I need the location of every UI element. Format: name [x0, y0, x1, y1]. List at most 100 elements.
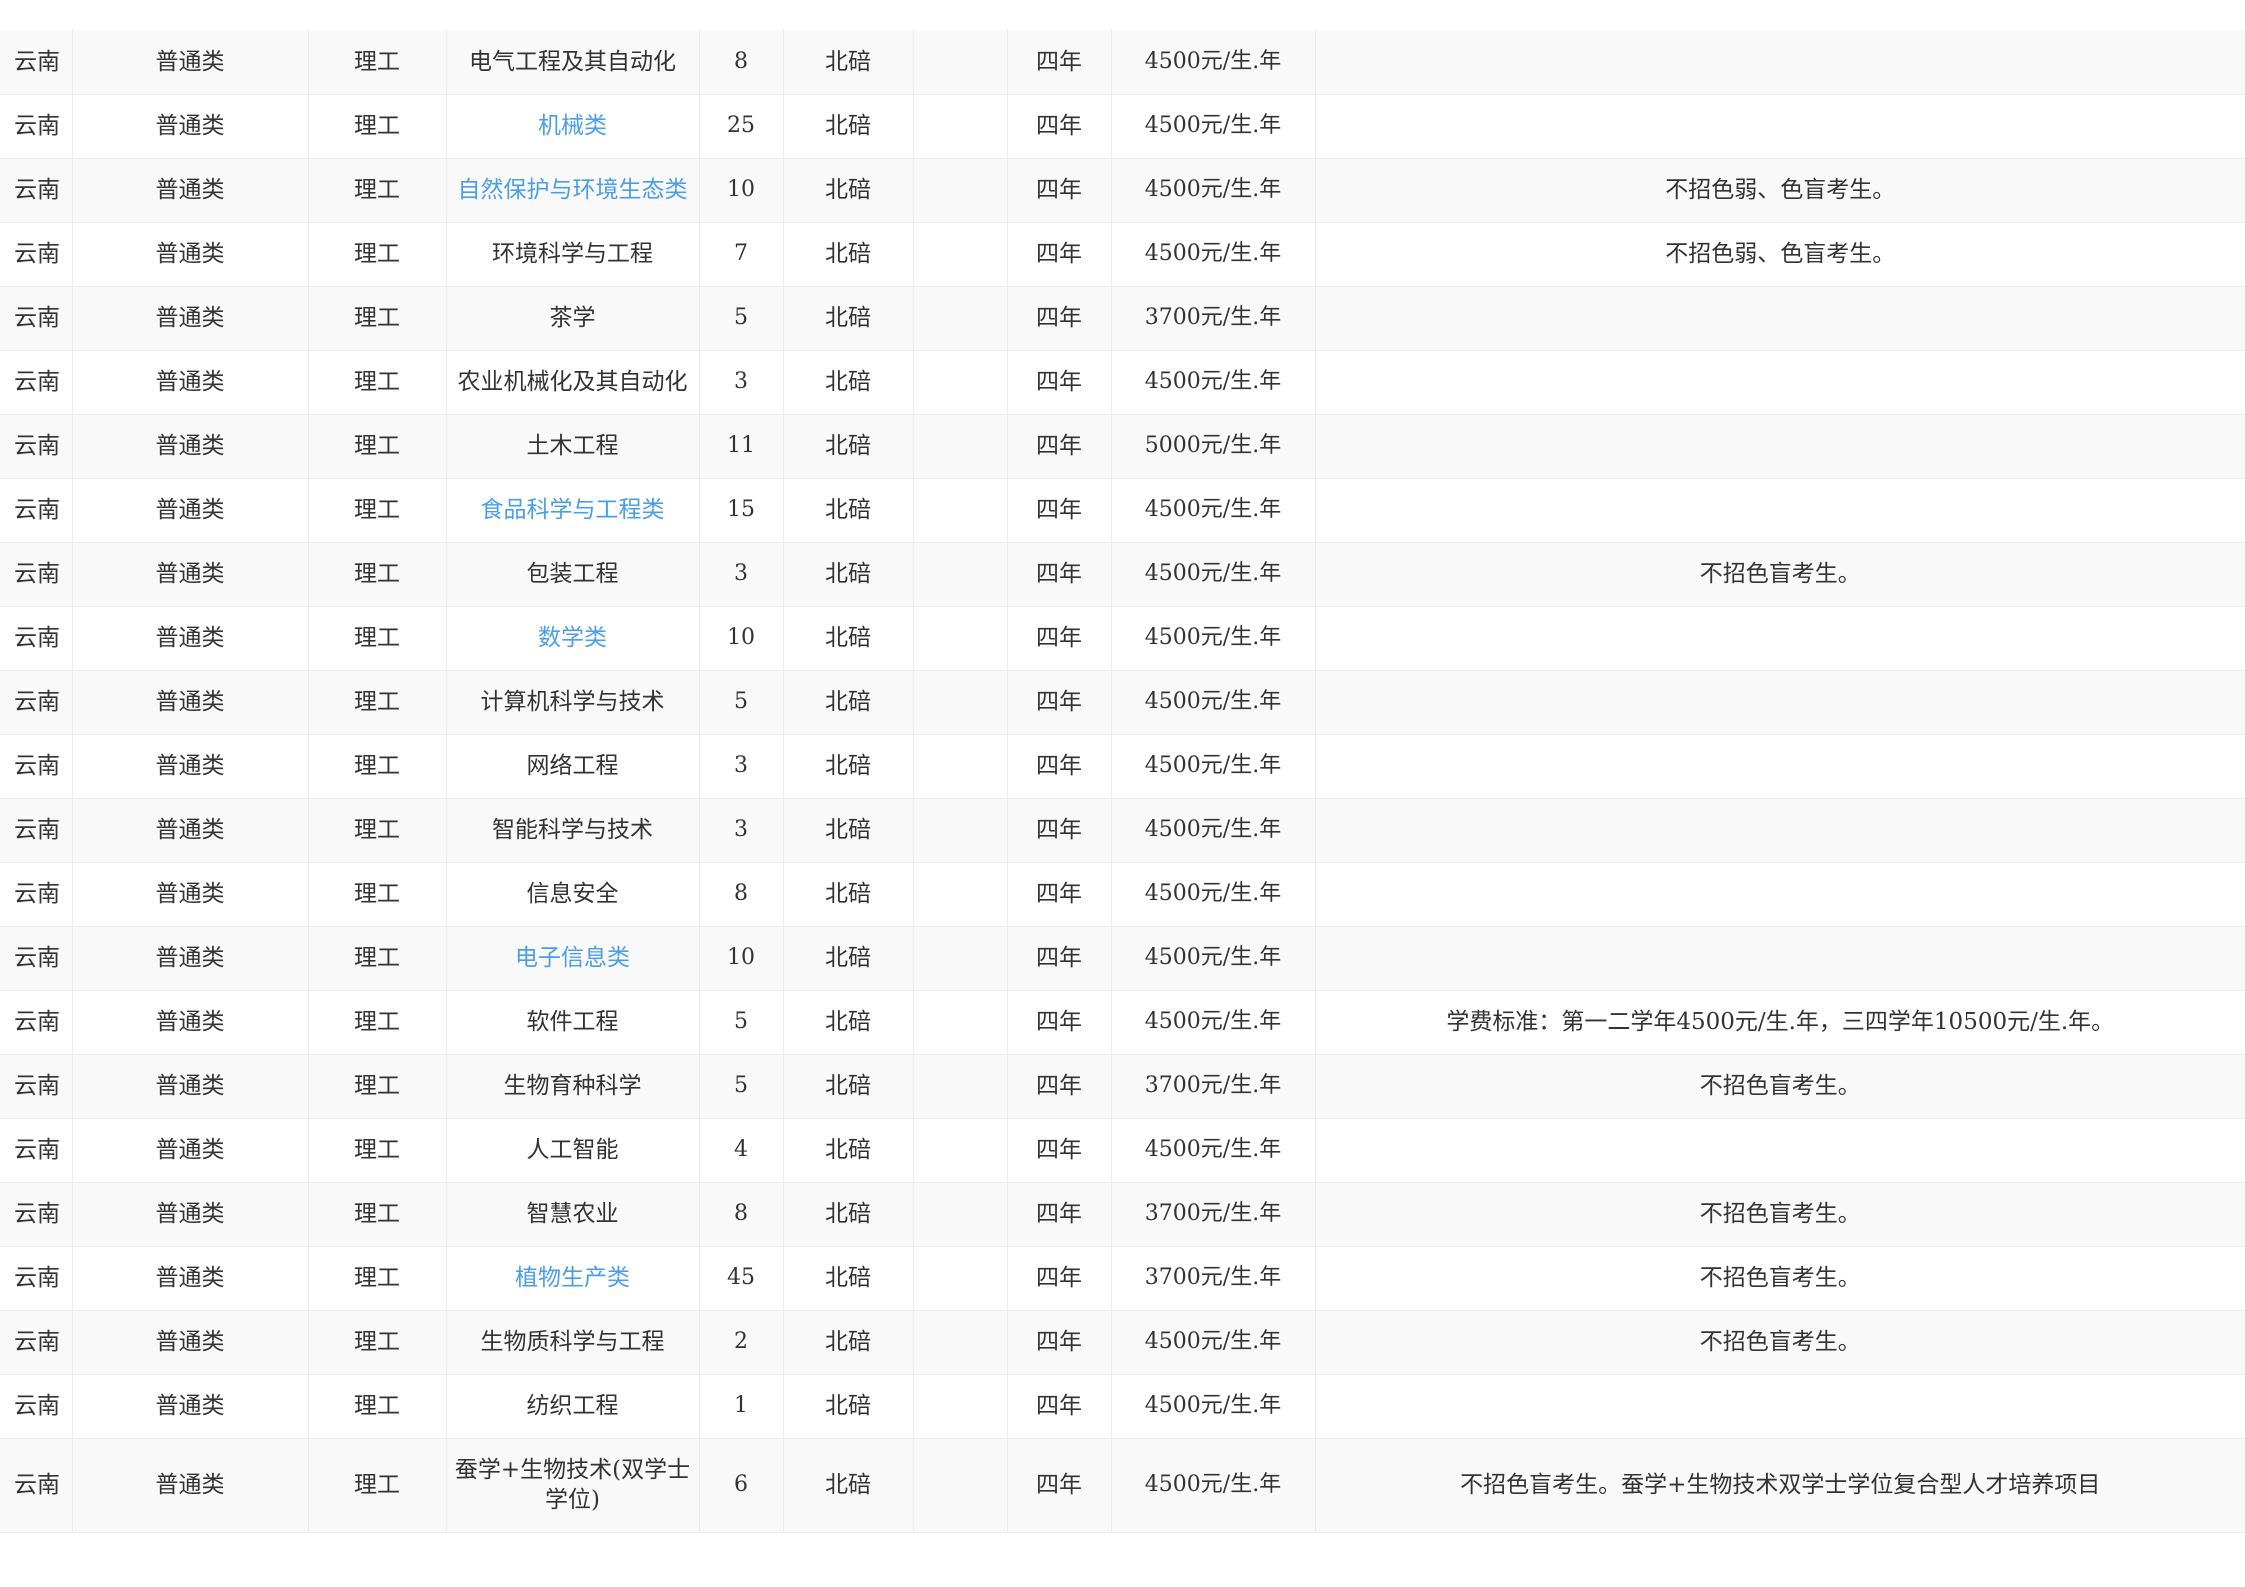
- cell-fee: 4500元/生.年: [1111, 926, 1316, 991]
- cell-note: [1315, 30, 2245, 95]
- cell-campus: 北碚: [783, 926, 914, 991]
- cell-type: 普通类: [72, 94, 309, 159]
- cell-type: 普通类: [72, 478, 309, 543]
- cell-fee: 4500元/生.年: [1111, 478, 1316, 543]
- cell-years: 四年: [1007, 1054, 1112, 1119]
- cell-type: 普通类: [72, 1438, 309, 1533]
- cell-years: 四年: [1007, 30, 1112, 95]
- cell-note: 不招色弱、色盲考生。: [1315, 222, 2245, 287]
- table-row: 云南 普通类 理工 数学类 10 北碚 四年 4500元/生.年: [0, 606, 2245, 671]
- cell-empty: [913, 734, 1008, 799]
- cell-empty: [913, 222, 1008, 287]
- cell-category: 理工: [308, 286, 447, 351]
- cell-category: 理工: [308, 926, 447, 991]
- cell-note: [1315, 94, 2245, 159]
- cell-years: 四年: [1007, 862, 1112, 927]
- cell-type: 普通类: [72, 542, 309, 607]
- cell-note: [1315, 670, 2245, 735]
- cell-years: 四年: [1007, 478, 1112, 543]
- table-row: 云南 普通类 理工 自然保护与环境生态类 10 北碚 四年 4500元/生.年 不招色弱、色盲考…: [0, 158, 2245, 223]
- cell-category: 理工: [308, 542, 447, 607]
- cell-campus: 北碚: [783, 94, 914, 159]
- cell-note: [1315, 286, 2245, 351]
- cell-major: 生物质科学与工程: [446, 1310, 700, 1375]
- cell-category: 理工: [308, 158, 447, 223]
- cell-plan: 7: [699, 222, 784, 287]
- cell-years: 四年: [1007, 670, 1112, 735]
- cell-fee: 4500元/生.年: [1111, 798, 1316, 863]
- cell-major: 软件工程: [446, 990, 700, 1055]
- cell-empty: [913, 606, 1008, 671]
- cell-plan: 5: [699, 286, 784, 351]
- table-body: 云南 普通类 理工 电气工程及其自动化 8 北碚 四年 4500元/生.年 云南 普通类 理工 机械类…: [0, 30, 2245, 1533]
- cell-type: 普通类: [72, 1246, 309, 1311]
- cell-fee: 4500元/生.年: [1111, 1374, 1316, 1439]
- cell-years: 四年: [1007, 1374, 1112, 1439]
- cell-type: 普通类: [72, 1054, 309, 1119]
- cell-plan: 6: [699, 1438, 784, 1533]
- cell-type: 普通类: [72, 414, 309, 479]
- cell-plan: 15: [699, 478, 784, 543]
- cell-fee: 4500元/生.年: [1111, 1438, 1316, 1533]
- cell-note: 不招色盲考生。: [1315, 542, 2245, 607]
- major-link[interactable]: 电子信息类: [515, 945, 630, 971]
- cell-campus: 北碚: [783, 286, 914, 351]
- cell-years: 四年: [1007, 798, 1112, 863]
- cell-plan: 8: [699, 30, 784, 95]
- cell-type: 普通类: [72, 30, 309, 95]
- cell-category: 理工: [308, 1310, 447, 1375]
- cell-category: 理工: [308, 414, 447, 479]
- cell-province: 云南: [0, 158, 73, 223]
- major-link[interactable]: 数学类: [538, 625, 607, 651]
- table-row: 云南 普通类 理工 电子信息类 10 北碚 四年 4500元/生.年: [0, 926, 2245, 991]
- cell-plan: 10: [699, 606, 784, 671]
- major-link[interactable]: 植物生产类: [515, 1265, 630, 1291]
- cell-fee: 4500元/生.年: [1111, 222, 1316, 287]
- table-row: 云南 普通类 理工 机械类 25 北碚 四年 4500元/生.年: [0, 94, 2245, 159]
- cell-campus: 北碚: [783, 990, 914, 1055]
- cell-province: 云南: [0, 286, 73, 351]
- cell-campus: 北碚: [783, 798, 914, 863]
- cell-fee: 3700元/生.年: [1111, 286, 1316, 351]
- cell-note: 不招色盲考生。: [1315, 1054, 2245, 1119]
- cell-fee: 4500元/生.年: [1111, 862, 1316, 927]
- cell-years: 四年: [1007, 286, 1112, 351]
- cell-fee: 4500元/生.年: [1111, 734, 1316, 799]
- cell-province: 云南: [0, 670, 73, 735]
- cell-note: 不招色盲考生。: [1315, 1182, 2245, 1247]
- cell-fee: 4500元/生.年: [1111, 542, 1316, 607]
- major-link[interactable]: 自然保护与环境生态类: [458, 177, 688, 203]
- cell-years: 四年: [1007, 1310, 1112, 1375]
- cell-years: 四年: [1007, 1246, 1112, 1311]
- cell-province: 云南: [0, 1182, 73, 1247]
- table-row: 云南 普通类 理工 茶学 5 北碚 四年 3700元/生.年: [0, 286, 2245, 351]
- cell-type: 普通类: [72, 606, 309, 671]
- major-link[interactable]: 食品科学与工程类: [481, 497, 665, 523]
- cell-type: 普通类: [72, 286, 309, 351]
- cell-empty: [913, 286, 1008, 351]
- cell-empty: [913, 1118, 1008, 1183]
- cell-plan: 45: [699, 1246, 784, 1311]
- cell-major: 土木工程: [446, 414, 700, 479]
- cell-empty: [913, 926, 1008, 991]
- cell-note: [1315, 1118, 2245, 1183]
- cell-category: 理工: [308, 670, 447, 735]
- major-link[interactable]: 机械类: [538, 113, 607, 139]
- table-row: 云南 普通类 理工 农业机械化及其自动化 3 北碚 四年 4500元/生.年: [0, 350, 2245, 415]
- cell-empty: [913, 1054, 1008, 1119]
- cell-province: 云南: [0, 606, 73, 671]
- cell-category: 理工: [308, 222, 447, 287]
- cell-fee: 4500元/生.年: [1111, 1310, 1316, 1375]
- cell-plan: 3: [699, 734, 784, 799]
- cell-fee: 4500元/生.年: [1111, 158, 1316, 223]
- cell-province: 云南: [0, 926, 73, 991]
- cell-fee: 4500元/生.年: [1111, 606, 1316, 671]
- cell-province: 云南: [0, 734, 73, 799]
- cell-category: 理工: [308, 1118, 447, 1183]
- cell-note: [1315, 862, 2245, 927]
- cell-plan: 5: [699, 1054, 784, 1119]
- cell-category: 理工: [308, 1182, 447, 1247]
- cell-fee: 3700元/生.年: [1111, 1054, 1316, 1119]
- table-row: 云南 普通类 理工 网络工程 3 北碚 四年 4500元/生.年: [0, 734, 2245, 799]
- cell-type: 普通类: [72, 734, 309, 799]
